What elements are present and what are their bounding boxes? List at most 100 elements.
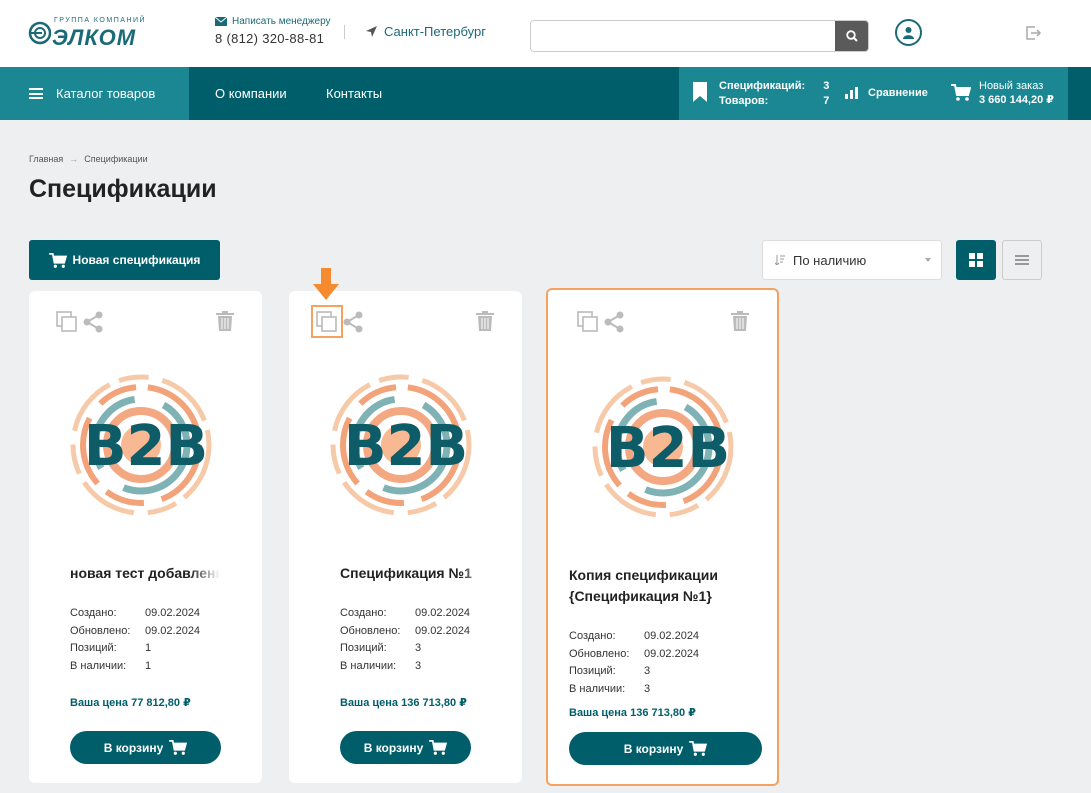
positions-value: 3	[644, 665, 651, 677]
goods-count-label: Товаров:	[719, 95, 769, 107]
specification-card: B2B Спецификация №1 Создано: 09.02.2024 О…	[289, 291, 522, 783]
phone-number[interactable]: 8 (812) 320-88-81	[215, 31, 331, 46]
cart-icon	[689, 741, 708, 756]
page-title: Спецификации	[29, 175, 217, 203]
b2b-logo-text: B2B	[84, 414, 208, 479]
positions-label: Позиций:	[70, 642, 117, 654]
write-manager-link[interactable]: Написать менеджеру	[215, 16, 331, 27]
user-account-button[interactable]	[895, 19, 922, 46]
created-label: Создано:	[340, 607, 387, 619]
b2b-logo-text: B2B	[344, 414, 468, 479]
updated-value: 09.02.2024	[644, 647, 700, 660]
positions-value: 3	[415, 642, 422, 654]
contact-block: Написать менеджеру 8 (812) 320-88-81	[215, 16, 331, 46]
updated-label: Обновлено:	[569, 647, 630, 660]
cart-icon	[169, 740, 188, 755]
main-nav: Каталог товаров О компании Контакты Спец…	[0, 67, 1091, 120]
cart-icon	[951, 84, 971, 101]
created-value: 09.02.2024	[145, 607, 201, 619]
cart-icon	[48, 252, 67, 268]
copy-icon[interactable]	[577, 311, 599, 333]
search-button[interactable]	[835, 21, 868, 51]
updated-label: Обновлено:	[70, 624, 131, 637]
logo-subtitle: ГРУППА КОМПАНИЙ	[54, 17, 147, 24]
nav-about[interactable]: О компании	[215, 86, 287, 101]
list-view-button[interactable]	[1002, 240, 1042, 280]
grid-view-button[interactable]	[956, 240, 996, 280]
add-to-cart-button[interactable]: В корзину	[569, 732, 762, 765]
catalog-menu-button[interactable]: Каталог товаров	[0, 67, 189, 120]
specification-info: Создано: 09.02.2024 Обновлено: 09.02.2024 …	[569, 628, 729, 698]
spec-count: 3	[823, 80, 830, 92]
specification-card: B2B новая тест добавления Создано: 09.02.…	[29, 291, 262, 783]
created-value: 09.02.2024	[644, 630, 700, 642]
specification-name[interactable]: Копия спецификации {Спецификация №1}	[569, 565, 729, 607]
breadcrumb-current: Спецификации	[84, 154, 148, 164]
new-specification-button[interactable]: Новая спецификация	[29, 240, 220, 280]
b2b-logo-image: B2B	[70, 374, 212, 516]
price: Ваша цена 77 812,80 ₽	[70, 697, 191, 709]
created-value: 09.02.2024	[415, 607, 471, 619]
new-specification-label: Новая спецификация	[72, 253, 201, 267]
sort-icon	[775, 255, 785, 265]
new-order-cart[interactable]: Новый заказ 3 660 144,20 ₽	[951, 79, 1054, 108]
b2b-logo-image: B2B	[592, 376, 734, 518]
bar-chart-icon	[845, 87, 858, 99]
spec-count-label: Спецификаций:	[719, 80, 806, 92]
specification-name[interactable]: новая тест добавления	[70, 565, 220, 581]
updated-value: 09.02.2024	[145, 624, 201, 637]
list-icon	[1015, 255, 1029, 265]
order-label: Новый заказ	[979, 80, 1044, 92]
city-label: Санкт-Петербург	[384, 24, 486, 39]
b2b-logo-image: B2B	[330, 374, 472, 516]
specifications-summary[interactable]: Спецификаций: Товаров: 3 7	[693, 79, 829, 109]
trash-icon[interactable]	[216, 311, 234, 331]
in-stock-label: В наличии:	[70, 659, 127, 672]
specification-card-copy: B2B Копия спецификации {Спецификация №1}…	[546, 288, 779, 786]
in-stock-label: В наличии:	[340, 659, 397, 672]
nav-contacts[interactable]: Контакты	[326, 86, 382, 101]
goods-count: 7	[823, 95, 830, 107]
add-to-cart-button[interactable]: В корзину	[70, 731, 221, 764]
compare-label: Сравнение	[868, 87, 928, 99]
add-to-cart-label: В корзину	[623, 741, 684, 756]
order-sum: 3 660 144,20 ₽	[979, 94, 1054, 106]
b2b-logo-text: B2B	[606, 416, 730, 481]
share-icon[interactable]	[341, 310, 365, 334]
add-to-cart-label: В корзину	[103, 740, 164, 755]
sort-value: По наличию	[793, 252, 867, 268]
positions-value: 1	[145, 642, 152, 654]
share-icon[interactable]	[81, 310, 105, 334]
in-stock-value: 3	[415, 659, 422, 672]
search-input[interactable]	[531, 21, 831, 51]
chevron-down-icon	[925, 258, 931, 262]
write-manager-label: Написать менеджеру	[232, 16, 331, 27]
logo-title: ЭЛКОМ	[52, 25, 137, 50]
compare-link[interactable]: Сравнение	[845, 87, 928, 99]
trash-icon[interactable]	[731, 311, 749, 331]
add-to-cart-label: В корзину	[363, 740, 424, 755]
catalog-label: Каталог товаров	[56, 86, 156, 101]
share-icon[interactable]	[602, 310, 626, 334]
sort-select[interactable]: По наличию	[762, 240, 942, 280]
company-logo[interactable]: ГРУППА КОМПАНИЙ ЭЛКОМ	[28, 17, 164, 50]
specification-info: Создано: 09.02.2024 Обновлено: 09.02.2024 …	[340, 605, 500, 675]
price: Ваша цена 136 713,80 ₽	[569, 707, 696, 719]
bookmark-icon	[693, 82, 707, 102]
add-to-cart-button[interactable]: В корзину	[340, 731, 471, 764]
in-stock-label: В наличии:	[569, 682, 626, 695]
trash-icon[interactable]	[476, 311, 494, 331]
logout-icon[interactable]	[1024, 24, 1042, 42]
in-stock-value: 3	[644, 682, 651, 695]
city-selector[interactable]: Санкт-Петербург	[366, 24, 486, 39]
breadcrumb: Главная → Спецификации	[29, 154, 148, 164]
hamburger-icon	[29, 88, 43, 99]
top-bar: ГРУППА КОМПАНИЙ ЭЛКОМ Написать менеджеру…	[0, 0, 1091, 67]
specification-name[interactable]: Спецификация №1	[340, 565, 490, 581]
nav-right-panel: Спецификаций: Товаров: 3 7 Сравнение Нов…	[679, 67, 1068, 120]
breadcrumb-home[interactable]: Главная	[29, 154, 63, 164]
breadcrumb-arrow: →	[69, 154, 79, 164]
grid-icon	[969, 253, 983, 267]
positions-label: Позиций:	[569, 665, 616, 677]
copy-icon[interactable]	[56, 311, 78, 333]
